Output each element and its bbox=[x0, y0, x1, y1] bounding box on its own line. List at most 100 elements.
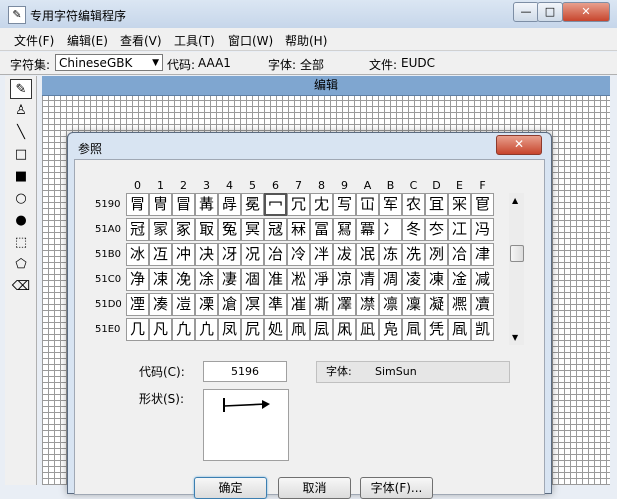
char-cell[interactable]: 凁 bbox=[149, 268, 172, 291]
char-cell[interactable]: 凘 bbox=[310, 293, 333, 316]
char-cell[interactable]: 冾 bbox=[448, 243, 471, 266]
filled-rect-tool-icon[interactable]: ■ bbox=[10, 167, 32, 187]
char-cell[interactable]: 冬 bbox=[402, 218, 425, 241]
freeform-select-tool-icon[interactable]: ⬠ bbox=[10, 255, 32, 275]
char-cell[interactable]: 冶 bbox=[264, 243, 287, 266]
char-cell[interactable]: 凄 bbox=[218, 268, 241, 291]
char-cell[interactable]: 凒 bbox=[172, 293, 195, 316]
char-cell[interactable]: 凓 bbox=[195, 293, 218, 316]
char-cell[interactable]: 冞 bbox=[448, 193, 471, 216]
char-cell[interactable]: 冗 bbox=[287, 193, 310, 216]
scrollbar-thumb[interactable] bbox=[510, 245, 524, 262]
char-cell[interactable]: 凔 bbox=[218, 293, 241, 316]
char-cell[interactable]: 凡 bbox=[149, 318, 172, 341]
charset-select[interactable]: ChineseGBK ▼ bbox=[55, 54, 163, 71]
font-button[interactable]: 字体(F)... bbox=[360, 477, 433, 499]
char-cell[interactable]: 冲 bbox=[172, 243, 195, 266]
hollow-ellipse-tool-icon[interactable]: ○ bbox=[10, 189, 32, 209]
char-cell[interactable]: 冒 bbox=[172, 193, 195, 216]
char-cell[interactable]: 冫 bbox=[379, 218, 402, 241]
char-cell[interactable]: 冰 bbox=[126, 243, 149, 266]
char-cell[interactable]: 凫 bbox=[379, 318, 402, 341]
char-cell[interactable]: 冨 bbox=[310, 218, 333, 241]
char-cell[interactable]: 凚 bbox=[356, 293, 379, 316]
char-cell[interactable]: 冠 bbox=[126, 218, 149, 241]
char-cell[interactable]: 冣 bbox=[195, 218, 218, 241]
char-cell[interactable]: 凥 bbox=[241, 318, 264, 341]
menu-help[interactable]: 帮助(H) bbox=[285, 32, 327, 49]
char-cell[interactable]: 冻 bbox=[379, 243, 402, 266]
ok-button[interactable]: 确定 bbox=[194, 477, 267, 499]
char-cell[interactable]: 准 bbox=[264, 268, 287, 291]
char-cell[interactable]: 冼 bbox=[402, 243, 425, 266]
char-cell[interactable]: 冥 bbox=[241, 218, 264, 241]
char-cell[interactable]: 冐 bbox=[126, 193, 149, 216]
line-tool-icon[interactable]: ╲ bbox=[10, 123, 32, 143]
char-cell[interactable]: 冡 bbox=[149, 218, 172, 241]
char-cell[interactable]: 凯 bbox=[471, 318, 494, 341]
char-cell[interactable]: 冩 bbox=[333, 218, 356, 241]
char-cell[interactable]: 凜 bbox=[402, 293, 425, 316]
char-cell[interactable]: 凂 bbox=[172, 268, 195, 291]
char-cell[interactable]: 凈 bbox=[310, 268, 333, 291]
char-cell[interactable]: 净 bbox=[126, 268, 149, 291]
char-cell[interactable]: 冭 bbox=[425, 218, 448, 241]
char-cell[interactable]: 冸 bbox=[310, 243, 333, 266]
rect-select-tool-icon[interactable]: ⬚ bbox=[10, 233, 32, 253]
menu-window[interactable]: 窗口(W) bbox=[228, 32, 273, 49]
menu-view[interactable]: 查看(V) bbox=[120, 32, 162, 49]
char-cell[interactable]: 凋 bbox=[379, 268, 402, 291]
char-cell[interactable]: 农 bbox=[402, 193, 425, 216]
char-cell[interactable]: 凪 bbox=[356, 318, 379, 341]
char-cell[interactable]: 凬 bbox=[402, 318, 425, 341]
char-cell[interactable]: 凉 bbox=[333, 268, 356, 291]
char-cell[interactable]: 凮 bbox=[448, 318, 471, 341]
eraser-tool-icon[interactable]: ⌫ bbox=[10, 277, 32, 297]
char-cell[interactable]: 凕 bbox=[241, 293, 264, 316]
menu-edit[interactable]: 编辑(E) bbox=[67, 32, 108, 49]
scroll-up-arrow-icon[interactable]: ▲ bbox=[512, 196, 518, 205]
char-cell[interactable]: 几 bbox=[126, 318, 149, 341]
char-cell[interactable]: 决 bbox=[195, 243, 218, 266]
char-cell[interactable]: 凑 bbox=[149, 293, 172, 316]
char-cell[interactable]: 冮 bbox=[448, 218, 471, 241]
char-cell[interactable]: 冽 bbox=[425, 243, 448, 266]
brush-tool-icon[interactable]: ♙ bbox=[10, 101, 32, 121]
char-cell[interactable]: 冹 bbox=[333, 243, 356, 266]
char-cell[interactable]: 凢 bbox=[172, 318, 195, 341]
char-cell[interactable]: 冦 bbox=[264, 218, 287, 241]
char-cell[interactable]: 冓 bbox=[195, 193, 218, 216]
char-cell[interactable]: 凞 bbox=[448, 293, 471, 316]
char-cell[interactable]: 凤 bbox=[218, 318, 241, 341]
char-cell[interactable]: 凊 bbox=[356, 268, 379, 291]
menu-file[interactable]: 文件(F) bbox=[14, 32, 54, 49]
char-cell[interactable]: 凟 bbox=[471, 293, 494, 316]
maximize-button[interactable]: □ bbox=[537, 2, 563, 22]
char-cell[interactable]: 凛 bbox=[379, 293, 402, 316]
char-cell[interactable]: 凝 bbox=[425, 293, 448, 316]
close-button[interactable]: ✕ bbox=[562, 2, 610, 22]
char-cell[interactable]: 凨 bbox=[310, 318, 333, 341]
char-cell[interactable]: 冑 bbox=[149, 193, 172, 216]
char-cell[interactable]: 冚 bbox=[356, 193, 379, 216]
char-cell[interactable]: 况 bbox=[241, 243, 264, 266]
char-cell[interactable]: 冷 bbox=[287, 243, 310, 266]
char-cell[interactable]: 凇 bbox=[287, 268, 310, 291]
grid-scrollbar[interactable]: ▲ ▼ bbox=[509, 193, 524, 345]
char-cell[interactable]: 冿 bbox=[471, 243, 494, 266]
char-cell[interactable]: 减 bbox=[471, 268, 494, 291]
filled-ellipse-tool-icon[interactable]: ● bbox=[10, 211, 32, 231]
char-cell[interactable]: 冕 bbox=[241, 193, 264, 216]
char-cell[interactable]: 冖 bbox=[264, 193, 287, 216]
char-cell[interactable]: 凣 bbox=[195, 318, 218, 341]
char-cell[interactable]: 冧 bbox=[287, 218, 310, 241]
char-cell[interactable]: 凐 bbox=[126, 293, 149, 316]
char-cell[interactable]: 処 bbox=[264, 318, 287, 341]
pencil-tool-icon[interactable]: ✎ bbox=[10, 79, 32, 99]
dialog-close-button[interactable]: ✕ bbox=[496, 135, 542, 155]
char-cell[interactable]: 写 bbox=[333, 193, 356, 216]
char-cell[interactable]: 凩 bbox=[333, 318, 356, 341]
scroll-down-arrow-icon[interactable]: ▼ bbox=[512, 333, 518, 342]
char-cell[interactable]: 冪 bbox=[356, 218, 379, 241]
char-cell[interactable]: 冤 bbox=[218, 218, 241, 241]
